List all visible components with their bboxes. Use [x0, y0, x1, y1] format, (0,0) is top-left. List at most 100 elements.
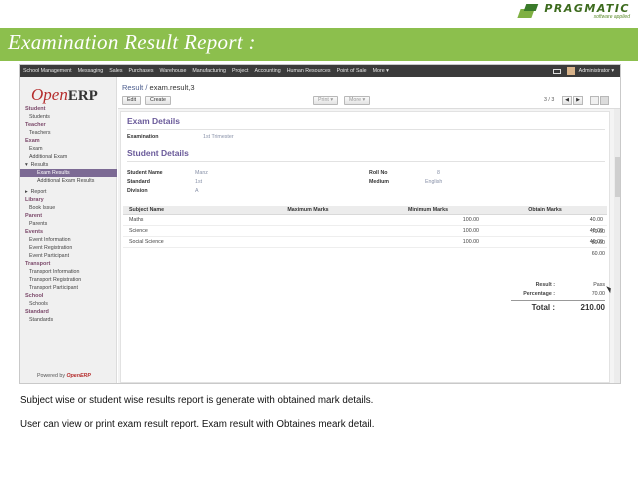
sidebar-section-school: School: [25, 293, 44, 299]
table-row[interactable]: Social Science 100.00 40.00: [123, 237, 607, 248]
table-row[interactable]: Science 100.00 40.00: [123, 226, 607, 237]
percentage-value[interactable]: 70.00: [565, 291, 605, 297]
breadcrumb-current: exam.result,3: [149, 83, 195, 92]
sidebar-item-schools[interactable]: Schools: [20, 300, 117, 308]
cell-spacer: [243, 237, 373, 247]
brand-name: PRAGMATIC: [544, 2, 630, 15]
envelope-icon[interactable]: [552, 68, 561, 74]
next-record-button[interactable]: ▶: [573, 96, 583, 105]
sidebar-item-report[interactable]: ▸ Report: [20, 188, 117, 196]
cell-obtained: 80.00: [591, 240, 605, 246]
menu-purchases[interactable]: Purchases: [128, 68, 153, 74]
col-subject-name[interactable]: Subject Name: [123, 206, 243, 214]
col-minimum-marks[interactable]: Minimum Marks: [373, 206, 483, 214]
breadcrumb-parent[interactable]: Result: [122, 83, 143, 92]
powered-brand[interactable]: OpenERP: [66, 373, 90, 379]
cell-spacer: [243, 215, 373, 225]
scrollbar-thumb[interactable]: [615, 157, 620, 197]
sidebar-item-students[interactable]: Students: [20, 113, 117, 121]
cell-spacer: [243, 226, 373, 236]
sidebar-item-additional-exam[interactable]: Additional Exam: [20, 153, 117, 161]
menu-more[interactable]: More ▾: [373, 68, 389, 74]
sidebar-section-events: Events: [25, 229, 44, 235]
slide: PRAGMATIC software applied Examination R…: [0, 0, 638, 479]
examination-value[interactable]: 1st Trimester: [203, 134, 234, 140]
sidebar: OpenERP Student Students Teacher Teacher…: [20, 77, 117, 383]
medium-value[interactable]: English: [425, 179, 442, 185]
erp-screenshot: School Management Messaging Sales Purcha…: [19, 64, 621, 384]
menu-warehouse[interactable]: Warehouse: [160, 68, 187, 74]
standard-value[interactable]: 1st: [195, 179, 202, 185]
total-value: 210.00: [580, 303, 605, 312]
sidebar-item-transport-participant[interactable]: Transport Participant: [20, 284, 117, 292]
cell-subject: Science: [129, 228, 148, 234]
cell-subject: Maths: [129, 217, 144, 223]
col-obtain-marks[interactable]: Obtain Marks: [483, 206, 607, 214]
brand-tagline: software applied: [593, 14, 630, 20]
standard-label: Standard: [127, 179, 150, 185]
roll-no-value[interactable]: 8: [437, 170, 440, 176]
list-view-icon[interactable]: [590, 96, 599, 105]
sidebar-item-standards[interactable]: Standards: [20, 316, 117, 324]
logo-bar: PRAGMATIC software applied: [0, 0, 638, 28]
cell-max: 100.00: [462, 228, 479, 234]
sidebar-item-exam[interactable]: Exam: [20, 145, 117, 153]
logo-erp: ERP: [67, 88, 98, 104]
sidebar-section-exam: Exam: [25, 138, 40, 144]
sidebar-item-exam-results[interactable]: Exam Results: [20, 169, 117, 177]
print-button[interactable]: Print ▾: [313, 96, 339, 105]
examination-label: Examination: [127, 134, 159, 140]
openerp-logo[interactable]: OpenERP: [31, 85, 98, 105]
menu-messaging[interactable]: Messaging: [78, 68, 104, 74]
form-view-icon[interactable]: [600, 96, 609, 105]
sidebar-item-event-information[interactable]: Event Information: [20, 236, 117, 244]
menu-point-of-sale[interactable]: Point of Sale: [337, 68, 367, 74]
menu-manufacturing[interactable]: Manufacturing: [192, 68, 226, 74]
division-value[interactable]: A: [195, 188, 199, 194]
caption-1: Subject wise or student wise results rep…: [20, 395, 374, 406]
sidebar-item-book-issue[interactable]: Book Issue: [20, 204, 117, 212]
slide-title: Examination Result Report :: [8, 30, 256, 54]
vertical-scrollbar[interactable]: [614, 109, 620, 383]
result-value[interactable]: Pass: [565, 282, 605, 288]
user-menu[interactable]: Administrator ▾: [579, 68, 614, 74]
sidebar-item-event-participant[interactable]: Event Participant: [20, 252, 117, 260]
menu-human-resources[interactable]: Human Resources: [287, 68, 331, 74]
caption-2: User can view or print exam result repor…: [20, 419, 375, 430]
prev-record-button[interactable]: ◀: [562, 96, 572, 105]
col-maximum-marks[interactable]: Maximum Marks: [243, 206, 373, 214]
sidebar-section-parent: Parent: [25, 213, 43, 219]
sidebar-section-transport: Transport: [25, 261, 51, 267]
sidebar-item-additional-exam-results[interactable]: Additional Exam Results: [20, 177, 117, 185]
menu-project[interactable]: Project: [232, 68, 249, 74]
avatar[interactable]: [566, 67, 575, 75]
sidebar-item-teachers[interactable]: Teachers: [20, 129, 117, 137]
menu-sales[interactable]: Sales: [109, 68, 122, 74]
cell-max: 100.00: [462, 217, 479, 223]
student-name-value[interactable]: Manz: [195, 170, 208, 176]
table-row[interactable]: Maths 100.00 40.00: [123, 215, 607, 226]
more-button[interactable]: More ▾: [344, 96, 371, 105]
sidebar-item-results[interactable]: ▾ Results: [20, 161, 117, 169]
cell-subject: Social Science: [129, 239, 164, 245]
menu-accounting[interactable]: Accounting: [254, 68, 280, 74]
main-content: Result / exam.result,3 Edit Create Print…: [118, 77, 620, 383]
medium-label: Medium: [369, 179, 390, 185]
edit-button[interactable]: Edit: [122, 96, 142, 105]
cell-max: 100.00: [462, 239, 479, 245]
sidebar-section-student: Student: [25, 106, 46, 112]
form-sheet-bg: Exam Details Examination 1st Trimester S…: [118, 109, 620, 383]
sidebar-item-transport-information[interactable]: Transport Information: [20, 268, 117, 276]
form-sheet: Exam Details Examination 1st Trimester S…: [120, 111, 613, 383]
student-name-label: Student Name: [127, 170, 163, 176]
sidebar-item-parents[interactable]: Parents: [20, 220, 117, 228]
sidebar-item-transport-registration[interactable]: Transport Registration: [20, 276, 117, 284]
create-button[interactable]: Create: [145, 96, 171, 105]
roll-no-label: Roll No: [369, 170, 388, 176]
total-label: Total :: [531, 303, 555, 312]
results-table: Subject Name Maximum Marks Minimum Marks…: [123, 206, 607, 248]
sidebar-item-event-registration[interactable]: Event Registration: [20, 244, 117, 252]
mouse-cursor-icon: [606, 284, 613, 294]
cell-obtained: 70.00: [591, 229, 605, 235]
menu-school-management[interactable]: School Management: [23, 68, 72, 74]
